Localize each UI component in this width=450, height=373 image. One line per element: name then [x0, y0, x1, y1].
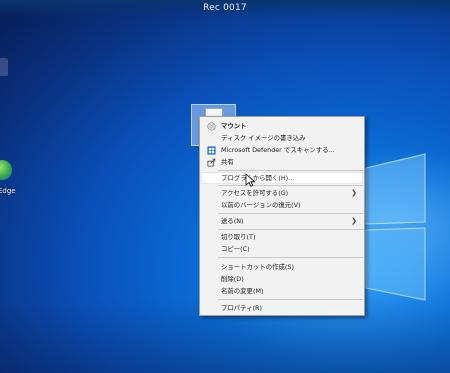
desktop-screen: Rec 0017 Edge マウント ディスク イメージの書き込み Micros…: [0, 0, 450, 373]
chevron-right-icon: ❯: [351, 189, 357, 197]
menu-item-label: マウント: [221, 122, 247, 130]
disc-icon: [207, 122, 216, 131]
menu-item-burn-disc-image[interactable]: ディスク イメージの書き込み: [201, 132, 363, 144]
menu-item-label: 名前の変更(M): [221, 287, 264, 295]
menu-item-label: プログラムから開く(H)...: [221, 174, 295, 182]
menu-item-copy[interactable]: コピー(C): [201, 243, 363, 255]
menu-item-delete[interactable]: 削除(D): [201, 273, 363, 285]
menu-item-restore-previous-versions[interactable]: 以前のバージョンの復元(V): [201, 199, 363, 211]
menu-item-open-with[interactable]: プログラムから開く(H)...: [201, 172, 363, 184]
menu-item-give-access[interactable]: アクセスを許可する(G) ❯: [201, 187, 363, 199]
mouse-cursor-icon: [245, 173, 256, 187]
menu-separator: [218, 257, 363, 258]
context-menu: マウント ディスク イメージの書き込み Microsoft Defender で…: [199, 116, 365, 316]
menu-item-cut[interactable]: 切り取り(T): [201, 231, 363, 243]
menu-item-label: プロパティ(R): [221, 304, 262, 312]
menu-item-mount[interactable]: マウント: [201, 120, 363, 132]
menu-separator: [218, 185, 363, 186]
menu-separator: [218, 170, 363, 171]
menu-item-label: アクセスを許可する(G): [221, 189, 289, 197]
menu-item-label: 送る(N): [221, 217, 244, 225]
menu-item-label: Microsoft Defender でスキャンする...: [221, 146, 335, 154]
menu-item-share[interactable]: 共有: [201, 156, 363, 168]
chevron-right-icon: ❯: [351, 217, 357, 225]
menu-item-send-to[interactable]: 送る(N) ❯: [201, 215, 363, 227]
menu-item-label: ディスク イメージの書き込み: [221, 134, 306, 142]
edge-shortcut-label: Edge: [0, 187, 16, 195]
menu-item-defender-scan[interactable]: Microsoft Defender でスキャンする...: [201, 144, 363, 156]
menu-item-label: ショートカットの作成(S): [221, 263, 294, 271]
menu-item-label: 削除(D): [221, 275, 244, 283]
menu-separator: [218, 229, 363, 230]
edge-icon[interactable]: [0, 160, 12, 180]
menu-item-properties[interactable]: プロパティ(R): [201, 302, 363, 314]
menu-item-rename[interactable]: 名前の変更(M): [201, 285, 363, 297]
menu-item-label: コピー(C): [221, 245, 250, 253]
menu-item-label: 切り取り(T): [221, 233, 256, 241]
menu-item-label: 共有: [221, 158, 234, 166]
desktop-icon[interactable]: [0, 58, 8, 76]
share-icon: [207, 158, 216, 167]
recording-title: Rec 0017: [203, 3, 247, 13]
menu-item-label: 以前のバージョンの復元(V): [221, 201, 301, 209]
menu-item-create-shortcut[interactable]: ショートカットの作成(S): [201, 261, 363, 273]
defender-shield-icon: [207, 146, 216, 155]
menu-separator: [218, 213, 363, 214]
menu-separator: [218, 299, 363, 300]
